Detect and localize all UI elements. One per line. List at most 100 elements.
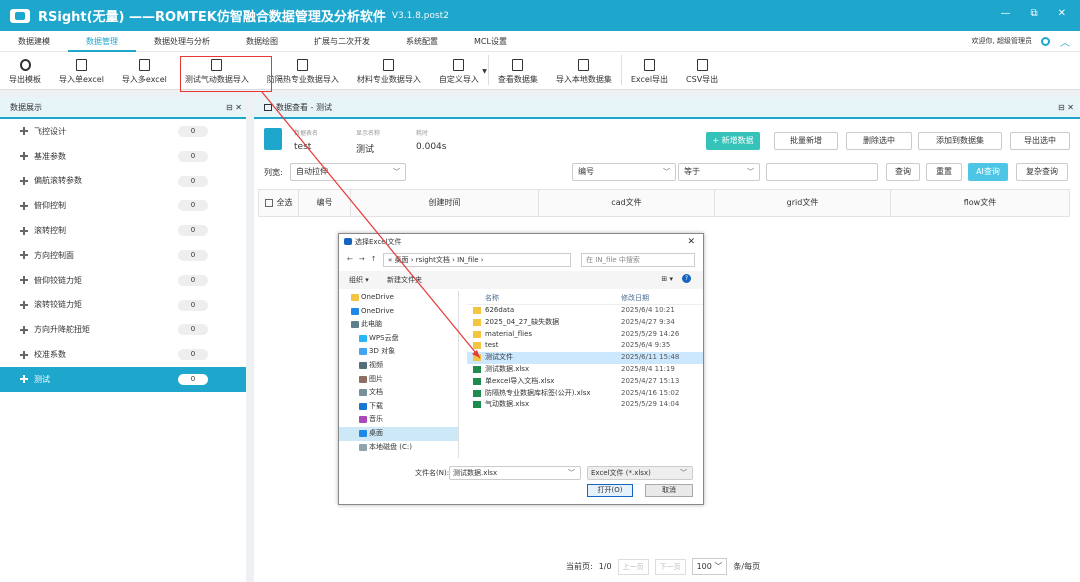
minimize-button[interactable]: — <box>1000 8 1010 19</box>
file-row[interactable]: 防隔热专业数据库标签(公开).xlsx 2025/4/16 15:02 <box>467 388 703 400</box>
menu-data-processing[interactable]: 数据处理与分析 <box>136 31 228 52</box>
sidebar-item[interactable]: 方向升降舵扭矩 0 <box>0 317 246 342</box>
column-header-created[interactable]: 创建时间 <box>351 190 539 216</box>
sidebar-item[interactable]: 方向控制面 0 <box>0 243 246 268</box>
page-size-select[interactable]: 100 ﹀ <box>691 558 728 575</box>
node-icon <box>20 201 28 210</box>
filetype-select[interactable]: Excel文件 (*.xlsx) ﹀ <box>587 466 693 480</box>
restore-button[interactable]: ⧉ <box>1030 8 1037 19</box>
file-row[interactable]: 测试文件 2025/6/11 15:48 <box>467 352 703 364</box>
nav-item[interactable]: WPS云盘 <box>339 332 458 346</box>
close-button[interactable]: ✕ <box>1058 8 1066 19</box>
file-row[interactable]: 测试数据.xlsx 2025/8/4 11:19 <box>467 364 703 376</box>
sidebar-item[interactable]: 飞控设计 0 <box>0 119 246 144</box>
custom-import-button[interactable]: 自定义导入 ▼ <box>430 51 488 89</box>
nav-item[interactable]: 此电脑 <box>339 318 458 332</box>
column-header-grid[interactable]: grid文件 <box>715 190 891 216</box>
sidebar-item[interactable]: 校准系数 0 <box>0 342 246 367</box>
sidebar-item[interactable]: 测试 0 <box>0 366 246 392</box>
view-options-icon[interactable]: ⊞ ▾ <box>661 275 673 283</box>
menu-data-modeling[interactable]: 数据建模 <box>0 31 68 52</box>
nav-item[interactable]: 下载 <box>339 400 458 414</box>
export-selected-button[interactable]: 导出选中 <box>1010 132 1070 150</box>
sidebar-item[interactable]: 基准参数 0 <box>0 144 246 169</box>
column-header-flow[interactable]: flow文件 <box>891 190 1069 216</box>
chevron-up-icon[interactable]: ︿ <box>1060 34 1070 49</box>
name-column-header[interactable]: 名称 <box>485 293 499 303</box>
sidebar-item[interactable]: 滚转控制 0 <box>0 218 246 243</box>
nav-item[interactable]: 文档 <box>339 386 458 400</box>
import-local-dataset-button[interactable]: 导入本地数据集 <box>547 51 621 89</box>
user-icon[interactable] <box>1041 37 1050 46</box>
delete-selected-button[interactable]: 删除选中 <box>846 132 912 150</box>
prev-page-button[interactable]: 上一页 <box>617 558 649 575</box>
column-header-id[interactable]: 编号 <box>299 190 351 216</box>
nav-item[interactable]: OneDrive <box>339 291 458 305</box>
panel-controls[interactable]: ⊟ ✕ <box>226 97 242 119</box>
import-multi-excel-button[interactable]: 导入多excel <box>113 51 176 89</box>
column-width-select[interactable]: 自动拉伸 ﹀ <box>290 163 406 181</box>
file-row[interactable]: test 2025/6/4 9:35 <box>467 340 703 352</box>
query-value-input[interactable] <box>766 163 878 181</box>
menu-data-plotting[interactable]: 数据绘图 <box>228 31 296 52</box>
batch-add-button[interactable]: 批量新增 <box>774 132 838 150</box>
select-all-checkbox[interactable]: 全选 <box>259 190 299 216</box>
nav-item[interactable]: 3D 对象 <box>339 345 458 359</box>
excel-export-button[interactable]: Excel导出 <box>622 51 677 89</box>
file-row[interactable]: material_flies 2025/5/29 14:26 <box>467 329 703 341</box>
view-dataset-button[interactable]: 查看数据集 <box>489 51 547 89</box>
file-date: 2025/6/4 10:21 <box>621 306 675 314</box>
new-folder-button[interactable]: 新建文件夹 <box>387 275 422 285</box>
nav-item[interactable]: 视频 <box>339 359 458 373</box>
file-row[interactable]: 气动数据.xlsx 2025/5/29 14:04 <box>467 399 703 411</box>
dialog-search-input[interactable]: 在 IN_file 中搜索 <box>581 253 695 267</box>
sidebar-item-label: 飞控设计 <box>34 126 66 136</box>
sidebar-item[interactable]: 俯仰控制 0 <box>0 193 246 218</box>
sidebar-item[interactable]: 滚转铰链力矩 0 <box>0 293 246 318</box>
sidebar-item[interactable]: 俯仰铰链力矩 0 <box>0 268 246 293</box>
nav-item[interactable]: 音乐 <box>339 413 458 427</box>
highlight-box <box>180 56 272 92</box>
date-column-header[interactable]: 修改日期 <box>621 293 649 303</box>
export-template-button[interactable]: 导出模板 <box>0 51 50 89</box>
nav-arrows-icon[interactable]: ←→↑ <box>347 255 383 263</box>
nav-item[interactable]: 本地磁盘 (C:) <box>339 441 458 455</box>
import-material-data-button[interactable]: 材料专业数据导入 <box>348 51 430 89</box>
sidebar-item[interactable]: 偏航滚转参数 0 <box>0 169 246 194</box>
query-button[interactable]: 查询 <box>886 163 920 181</box>
file-date: 2025/6/4 9:35 <box>621 341 671 350</box>
open-button[interactable]: 打开(O) <box>587 484 633 497</box>
field-select[interactable]: 编号 ﹀ <box>572 163 676 181</box>
location-icon <box>359 334 367 342</box>
csv-export-button[interactable]: CSV导出 <box>677 51 727 89</box>
menu-data-management[interactable]: 数据管理 <box>68 31 136 52</box>
file-row[interactable]: 2025_04_27_缺失数据 2025/4/27 9:34 <box>467 317 703 329</box>
menu-system-config[interactable]: 系统配置 <box>388 31 456 52</box>
dialog-close-button[interactable]: ✕ <box>687 234 695 251</box>
help-icon[interactable]: ? <box>682 274 691 283</box>
filename-input[interactable]: 测试数据.xlsx ﹀ <box>449 466 581 480</box>
complex-query-button[interactable]: 复杂查询 <box>1016 163 1068 181</box>
export-file-icon <box>696 59 708 71</box>
menu-extension[interactable]: 扩展与二次开发 <box>296 31 388 52</box>
address-bar[interactable]: « 桌面 › rsight文档 › IN_file › <box>383 253 571 267</box>
add-data-button[interactable]: + 新增数据 <box>706 132 760 150</box>
file-row[interactable]: 单excel导入文档.xlsx 2025/4/27 15:13 <box>467 376 703 388</box>
ai-query-button[interactable]: AI查询 <box>968 163 1008 181</box>
file-row[interactable]: 626data 2025/6/4 10:21 <box>467 305 703 317</box>
nav-item[interactable]: 图片 <box>339 373 458 387</box>
nav-item[interactable]: 桌面 <box>339 426 458 441</box>
import-single-excel-button[interactable]: 导入单excel <box>50 51 113 89</box>
cancel-button[interactable]: 取消 <box>645 484 693 497</box>
column-header-cad[interactable]: cad文件 <box>539 190 715 216</box>
organize-button[interactable]: 组织 ▾ <box>349 275 369 285</box>
reset-button[interactable]: 重置 <box>926 163 962 181</box>
nav-item[interactable]: OneDrive <box>339 305 458 319</box>
tab-data-view[interactable]: 数据查看 - 测试 ⊟ ✕ <box>254 97 1080 119</box>
add-to-dataset-button[interactable]: 添加到数据集 <box>918 132 1002 150</box>
file-name: 单excel导入文档.xlsx <box>485 376 555 385</box>
next-page-button[interactable]: 下一页 <box>654 558 686 575</box>
tab-controls[interactable]: ⊟ ✕ <box>1058 97 1074 119</box>
operator-select[interactable]: 等于 ﹀ <box>678 163 760 181</box>
menu-mcl-settings[interactable]: MCL设置 <box>456 31 525 52</box>
